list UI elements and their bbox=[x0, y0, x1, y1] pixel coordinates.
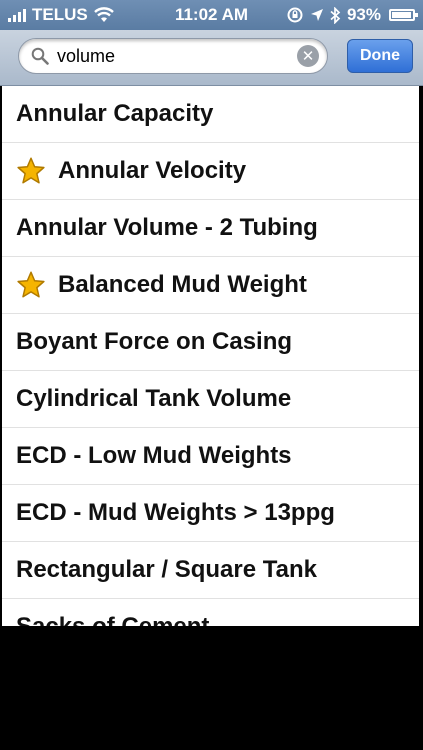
status-bar: TELUS 11:02 AM 93% bbox=[0, 0, 423, 30]
list-item-label: Balanced Mud Weight bbox=[58, 271, 307, 298]
list-item[interactable]: Cylindrical Tank Volume bbox=[2, 371, 419, 428]
list-item-label: ECD - Low Mud Weights bbox=[16, 442, 292, 469]
list-item-label: ECD - Mud Weights > 13ppg bbox=[16, 499, 335, 526]
list-item[interactable]: Boyant Force on Casing bbox=[2, 314, 419, 371]
list-item[interactable]: Balanced Mud Weight bbox=[2, 257, 419, 314]
search-field[interactable]: ✕ bbox=[18, 38, 328, 74]
list-item[interactable]: Rectangular / Square Tank bbox=[2, 542, 419, 599]
list-item-label: Annular Volume - 2 Tubing bbox=[16, 214, 318, 241]
battery-percent: 93% bbox=[346, 5, 381, 24]
search-input[interactable] bbox=[57, 43, 287, 69]
battery-icon bbox=[389, 9, 418, 21]
status-right: 93% bbox=[286, 5, 418, 25]
list-item-label: Annular Capacity bbox=[16, 100, 214, 127]
list-item[interactable]: Annular Volume - 2 Tubing bbox=[2, 200, 419, 257]
star-icon bbox=[16, 156, 46, 186]
list-item-label: Rectangular / Square Tank bbox=[16, 556, 317, 583]
list-item[interactable]: Sacks of Cement bbox=[2, 599, 419, 626]
search-icon bbox=[31, 47, 49, 65]
search-bar: ✕ Done bbox=[0, 30, 423, 86]
list-item[interactable]: ECD - Mud Weights > 13ppg bbox=[2, 485, 419, 542]
list-item-label: Boyant Force on Casing bbox=[16, 328, 293, 355]
list-item-label: Annular Velocity bbox=[58, 157, 247, 184]
list-item-label: Cylindrical Tank Volume bbox=[16, 385, 292, 412]
list-item[interactable]: ECD - Low Mud Weights bbox=[2, 428, 419, 485]
list-item[interactable]: Annular Velocity bbox=[2, 143, 419, 200]
bluetooth-icon bbox=[330, 6, 341, 24]
phone-screen: TELUS 11:02 AM 93% volume ✕ Done Annular… bbox=[0, 0, 423, 750]
list-item-label: Sacks of Cement bbox=[16, 613, 209, 626]
location-icon bbox=[310, 9, 323, 21]
battery-fill bbox=[392, 12, 411, 18]
star-icon bbox=[16, 270, 46, 300]
orientation-lock-icon bbox=[287, 7, 303, 23]
done-button[interactable]: Done bbox=[347, 39, 413, 73]
clear-search-button[interactable]: ✕ bbox=[297, 45, 319, 67]
close-icon: ✕ bbox=[301, 47, 315, 65]
list-item[interactable]: Annular Capacity bbox=[2, 86, 419, 143]
results-list[interactable]: Annular Capacity Annular Velocity Annular … bbox=[2, 86, 419, 626]
